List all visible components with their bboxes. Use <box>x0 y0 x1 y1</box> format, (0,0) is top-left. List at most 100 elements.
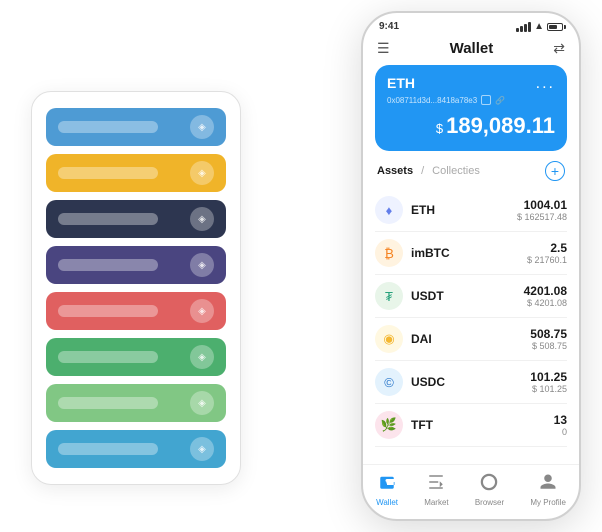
tab-collecties[interactable]: Collecties <box>432 165 480 177</box>
card-item-icon: ◈ <box>190 345 214 369</box>
asset-values: 2.5 $ 21760.1 <box>527 241 567 265</box>
nav-item-wallet[interactable]: Wallet <box>376 473 398 507</box>
asset-usd: $ 101.25 <box>530 384 567 394</box>
asset-usd: $ 4201.08 <box>524 298 567 308</box>
wallet-card-item[interactable]: ◈ <box>46 430 226 468</box>
asset-usd: $ 508.75 <box>530 341 567 351</box>
wallet-card-item[interactable]: ◈ <box>46 292 226 330</box>
phone-header: ☰ Wallet ⇄ <box>363 36 579 65</box>
card-item-icon: ◈ <box>190 253 214 277</box>
status-bar: 9:41 ▲ <box>363 13 579 36</box>
asset-usd: 0 <box>554 427 567 437</box>
add-asset-button[interactable]: + <box>545 161 565 181</box>
asset-list-item[interactable]: 🌿 TFT 13 0 <box>375 404 567 447</box>
card-item-bar <box>58 167 158 179</box>
tab-assets[interactable]: Assets <box>377 165 413 177</box>
asset-usd: $ 162517.48 <box>517 212 567 222</box>
asset-list: ♦ ETH 1004.01 $ 162517.48 ₿ imBTC 2.5 $ … <box>363 189 579 464</box>
asset-values: 1004.01 $ 162517.48 <box>517 198 567 222</box>
eth-card-header: ETH ... <box>387 75 555 93</box>
usdc-icon: © <box>375 368 403 396</box>
card-item-icon: ◈ <box>190 299 214 323</box>
nav-item-market[interactable]: Market <box>424 473 448 507</box>
page-title: Wallet <box>450 40 494 57</box>
card-item-bar <box>58 259 158 271</box>
wallet-card-item[interactable]: ◈ <box>46 108 226 146</box>
assets-tabs: Assets / Collecties <box>377 165 480 177</box>
imbtc-icon: ₿ <box>375 239 403 267</box>
card-stack: ◈ ◈ ◈ ◈ ◈ ◈ ◈ ◈ <box>31 91 241 485</box>
asset-list-item[interactable]: ◉ DAI 508.75 $ 508.75 <box>375 318 567 361</box>
card-item-bar <box>58 305 158 317</box>
nav-my-profile-icon <box>539 473 557 496</box>
eth-address: 0x08711d3d...8418a78e3 🔗 <box>387 95 555 105</box>
asset-amount: 101.25 <box>530 370 567 384</box>
card-item-bar <box>58 121 158 133</box>
wallet-card-item[interactable]: ◈ <box>46 154 226 192</box>
asset-name: TFT <box>411 418 554 432</box>
nav-wallet-icon <box>378 473 396 496</box>
asset-name: imBTC <box>411 246 527 260</box>
eth-card-label: ETH <box>387 75 415 91</box>
nav-market-icon <box>427 473 445 496</box>
copy-address-icon[interactable] <box>481 95 491 105</box>
asset-name: USDT <box>411 289 524 303</box>
nav-item-browser[interactable]: Browser <box>475 473 504 507</box>
card-item-bar <box>58 351 158 363</box>
card-item-icon: ◈ <box>190 115 214 139</box>
wallet-card-item[interactable]: ◈ <box>46 338 226 376</box>
asset-usd: $ 21760.1 <box>527 255 567 265</box>
asset-list-item[interactable]: ₿ imBTC 2.5 $ 21760.1 <box>375 232 567 275</box>
asset-name: USDC <box>411 375 530 389</box>
assets-header: Assets / Collecties + <box>363 161 579 189</box>
usdt-icon: ₮ <box>375 282 403 310</box>
wallet-card-item[interactable]: ◈ <box>46 200 226 238</box>
asset-amount: 2.5 <box>527 241 567 255</box>
asset-values: 508.75 $ 508.75 <box>530 327 567 351</box>
eth-card-menu[interactable]: ... <box>536 75 555 93</box>
card-item-icon: ◈ <box>190 437 214 461</box>
asset-name: DAI <box>411 332 530 346</box>
nav-market-label: Market <box>424 498 448 507</box>
asset-values: 4201.08 $ 4201.08 <box>524 284 567 308</box>
nav-browser-label: Browser <box>475 498 504 507</box>
phone-mockup: 9:41 ▲ ☰ Wallet ⇄ ETH <box>361 11 581 521</box>
card-item-bar <box>58 397 158 409</box>
scan-icon[interactable]: ⇄ <box>553 40 565 57</box>
status-icons: ▲ <box>516 21 563 32</box>
asset-list-item[interactable]: © USDC 101.25 $ 101.25 <box>375 361 567 404</box>
asset-amount: 4201.08 <box>524 284 567 298</box>
eth-icon: ♦ <box>375 196 403 224</box>
asset-amount: 13 <box>554 413 567 427</box>
bottom-nav: Wallet Market Browser My Profile <box>363 464 579 519</box>
eth-balance: $189,089.11 <box>387 113 555 139</box>
card-item-icon: ◈ <box>190 161 214 185</box>
asset-amount: 508.75 <box>530 327 567 341</box>
time-display: 9:41 <box>379 21 399 32</box>
nav-wallet-label: Wallet <box>376 498 398 507</box>
asset-values: 101.25 $ 101.25 <box>530 370 567 394</box>
card-item-bar <box>58 213 158 225</box>
nav-browser-icon <box>480 473 498 496</box>
scene: ◈ ◈ ◈ ◈ ◈ ◈ ◈ ◈ 9:41 ▲ ☰ Wallet ⇄ <box>11 11 591 521</box>
asset-name: ETH <box>411 203 517 217</box>
battery-icon <box>547 23 563 31</box>
menu-icon[interactable]: ☰ <box>377 40 390 57</box>
asset-amount: 1004.01 <box>517 198 567 212</box>
card-item-icon: ◈ <box>190 391 214 415</box>
dai-icon: ◉ <box>375 325 403 353</box>
nav-my-profile-label: My Profile <box>530 498 566 507</box>
tft-icon: 🌿 <box>375 411 403 439</box>
nav-item-my-profile[interactable]: My Profile <box>530 473 566 507</box>
card-item-bar <box>58 443 158 455</box>
signal-bars-icon <box>516 22 531 32</box>
asset-list-item[interactable]: ₮ USDT 4201.08 $ 4201.08 <box>375 275 567 318</box>
wallet-card-item[interactable]: ◈ <box>46 384 226 422</box>
asset-values: 13 0 <box>554 413 567 437</box>
card-item-icon: ◈ <box>190 207 214 231</box>
wallet-card-item[interactable]: ◈ <box>46 246 226 284</box>
wifi-icon: ▲ <box>534 21 544 32</box>
tab-divider: / <box>421 165 424 177</box>
asset-list-item[interactable]: ♦ ETH 1004.01 $ 162517.48 <box>375 189 567 232</box>
eth-card[interactable]: ETH ... 0x08711d3d...8418a78e3 🔗 $189,08… <box>375 65 567 151</box>
